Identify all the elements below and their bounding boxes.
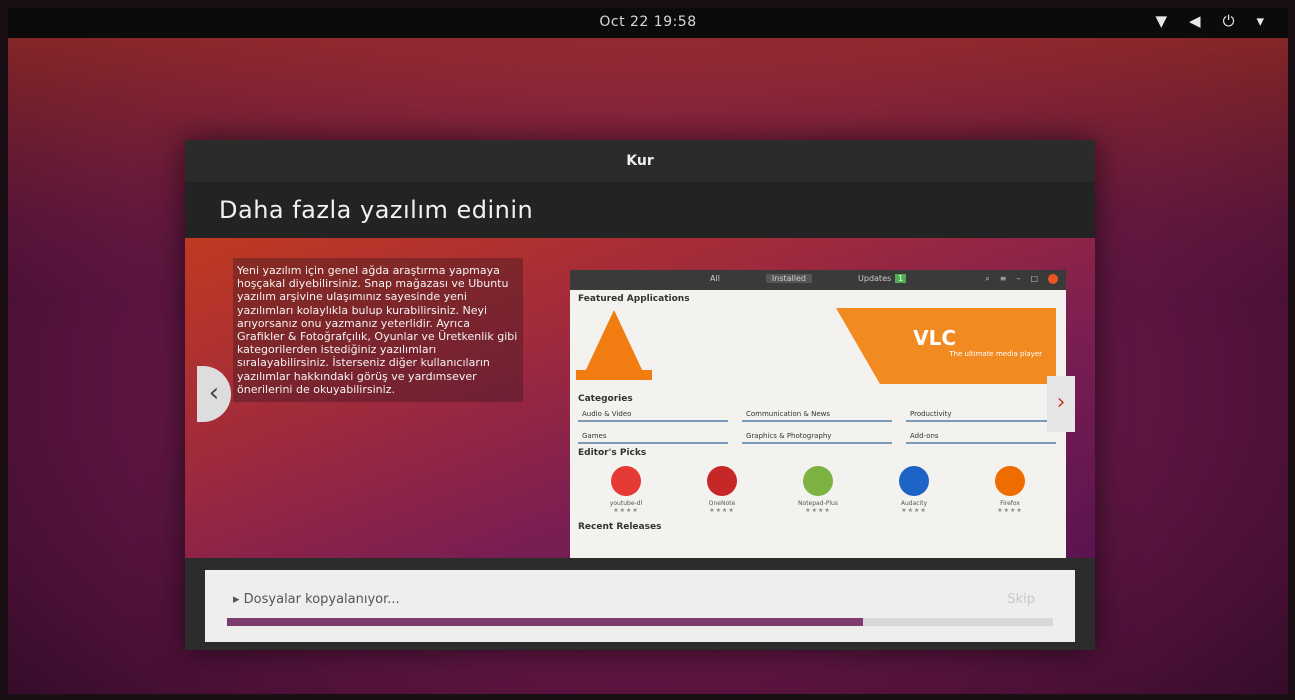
system-tray[interactable]: ▼ ◀ ⏻ ▾ — [1156, 12, 1265, 30]
picks-label: Editor's Picks — [578, 448, 647, 458]
app-icon — [803, 466, 833, 496]
install-status[interactable]: ▸ Dosyalar kopyalanıyor... — [233, 592, 400, 607]
banner-subtitle: The ultimate media player — [949, 350, 1042, 358]
maximize-icon: □ — [1030, 274, 1038, 283]
category-item: Audio & Video — [578, 408, 728, 422]
close-icon — [1048, 274, 1058, 284]
pick-item: Notepad-Plus ★★★★ — [783, 466, 853, 514]
category-grid: Audio & Video Communication & News Produ… — [570, 408, 1066, 444]
category-item: Graphics & Photography — [742, 430, 892, 444]
app-icon — [611, 466, 641, 496]
volume-icon: ◀ — [1189, 12, 1201, 30]
chevron-down-icon: ▾ — [1256, 12, 1264, 30]
banner-title: VLC — [913, 326, 956, 350]
slide-headline: Daha fazla yazılım edinin — [185, 182, 1095, 238]
category-item: Productivity — [906, 408, 1056, 422]
featured-label: Featured Applications — [578, 294, 690, 304]
progress-panel: ▸ Dosyalar kopyalanıyor... Skip — [205, 570, 1075, 642]
app-icon — [995, 466, 1025, 496]
menu-icon: ≡ — [999, 274, 1007, 283]
tab-installed: Installed — [765, 274, 813, 283]
category-item: Add-ons — [906, 430, 1056, 444]
app-icon — [899, 466, 929, 496]
previous-slide-button[interactable]: ‹ — [197, 366, 231, 422]
category-item: Communication & News — [742, 408, 892, 422]
software-center-screenshot: All Installed Updates 1 ⌕ ≡ – □ Featured … — [570, 270, 1066, 558]
slide-description: Yeni yazılım için genel ağda araştırma y… — [233, 258, 523, 403]
window-title: Kur — [185, 140, 1095, 182]
category-item: Games — [578, 430, 728, 444]
install-progress-bar — [227, 618, 1053, 626]
recent-label: Recent Releases — [578, 522, 662, 532]
updates-badge: 1 — [895, 274, 907, 283]
pick-item: Firefox ★★★★ — [975, 466, 1045, 514]
featured-banner: VLC The ultimate media player — [570, 308, 1066, 390]
editors-picks: youtube-dl ★★★★ OneNote ★★★★ Notepad-Plus ★… — [570, 462, 1066, 518]
installer-window: Kur Daha fazla yazılım edinin Yeni yazıl… — [185, 140, 1095, 650]
desktop-screen: Oct 22 19:58 ▼ ◀ ⏻ ▾ Kur Daha fazla yazı… — [8, 8, 1288, 694]
pick-item: OneNote ★★★★ — [687, 466, 757, 514]
app-icon — [707, 466, 737, 496]
progress-fill — [227, 618, 864, 626]
minimize-icon: – — [1016, 274, 1021, 283]
slide-panel: Yeni yazılım için genel ağda araştırma y… — [185, 238, 1095, 558]
clock[interactable]: Oct 22 19:58 — [8, 14, 1288, 30]
software-header: All Installed Updates 1 ⌕ ≡ – □ — [570, 270, 1066, 290]
tab-all: All — [710, 274, 720, 283]
search-icon: ⌕ — [985, 274, 990, 283]
status-text: Dosyalar kopyalanıyor... — [243, 592, 400, 607]
pick-item: youtube-dl ★★★★ — [591, 466, 661, 514]
vlc-cone-icon — [584, 310, 644, 374]
wifi-icon: ▼ — [1155, 12, 1168, 30]
categories-label: Categories — [578, 394, 633, 404]
next-slide-button[interactable]: › — [1047, 376, 1075, 432]
tab-updates: Updates 1 — [858, 274, 907, 283]
power-icon: ⏻ — [1222, 12, 1235, 30]
skip-button[interactable]: Skip — [1007, 592, 1035, 607]
pick-item: Audacity ★★★★ — [879, 466, 949, 514]
top-bar: Oct 22 19:58 ▼ ◀ ⏻ ▾ — [8, 8, 1288, 38]
